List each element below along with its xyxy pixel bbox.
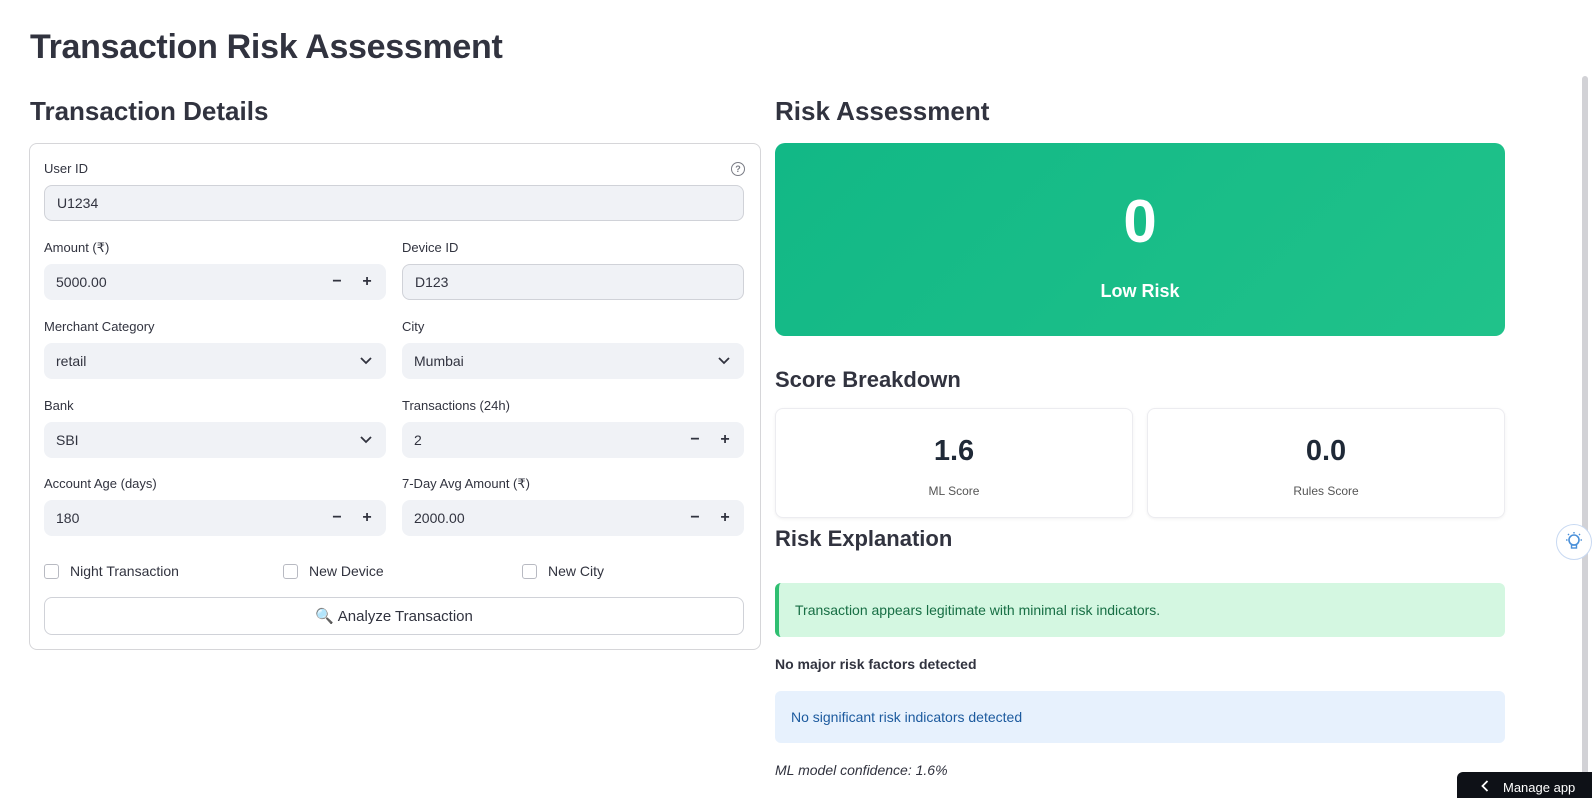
risk-score-card: 0 Low Risk (775, 143, 1505, 336)
rules-score-card: 0.0 Rules Score (1147, 408, 1505, 518)
chevron-down-icon (346, 343, 386, 379)
risk-assessment-title: Risk Assessment (775, 96, 990, 126)
new-city-checkbox[interactable]: New City (522, 563, 604, 579)
bank-select[interactable]: SBI (44, 422, 386, 458)
analyze-button-label: Analyze Transaction (337, 607, 473, 625)
device-id-input[interactable]: D123 (402, 264, 744, 300)
ml-score-card: 1.6 ML Score (775, 408, 1133, 518)
ml-score-value: 1.6 (933, 435, 975, 467)
avg-amount-value: 2000.00 (414, 510, 465, 526)
merchant-category-label: Merchant Category (44, 319, 155, 334)
account-age-decrement-button[interactable]: − (322, 500, 352, 536)
rules-score-label: Rules Score (1293, 484, 1359, 498)
account-age-increment-button[interactable]: + (352, 500, 382, 536)
amount-input[interactable]: 5000.00 − + (44, 264, 386, 300)
amount-value: 5000.00 (56, 274, 107, 290)
transactions-decrement-button[interactable]: − (680, 422, 710, 458)
user-id-input[interactable]: U1234 (44, 185, 744, 221)
analyze-transaction-button[interactable]: 🔍 Analyze Transaction (44, 597, 744, 635)
manage-app-button[interactable]: Manage app (1457, 772, 1592, 798)
amount-increment-button[interactable]: + (352, 264, 382, 300)
night-transaction-label: Night Transaction (70, 563, 179, 579)
transactions-24h-input[interactable]: 2 − + (402, 422, 744, 458)
page-title: Transaction Risk Assessment (30, 28, 503, 66)
success-alert: Transaction appears legitimate with mini… (775, 583, 1505, 637)
avg-amount-input[interactable]: 2000.00 − + (402, 500, 744, 536)
rules-score-value: 0.0 (1305, 435, 1347, 467)
risk-explanation-title: Risk Explanation (775, 526, 953, 551)
success-message: Transaction appears legitimate with mini… (795, 602, 1161, 618)
ml-score-label: ML Score (928, 484, 980, 498)
info-message: No significant risk indicators detected (791, 709, 1023, 725)
transaction-details-title: Transaction Details (30, 96, 269, 126)
user-id-value: U1234 (57, 195, 99, 211)
info-alert: No significant risk indicators detected (775, 691, 1505, 743)
checkbox-box[interactable] (283, 563, 298, 579)
transactions-24h-label: Transactions (24h) (402, 398, 510, 413)
manage-app-label: Manage app (1503, 779, 1576, 795)
checkbox-box[interactable] (522, 563, 537, 579)
new-device-label: New Device (309, 563, 384, 579)
amount-decrement-button[interactable]: − (322, 264, 352, 300)
chevron-left-icon (1481, 779, 1489, 795)
city-value: Mumbai (414, 353, 464, 369)
device-id-label: Device ID (402, 240, 459, 255)
new-city-label: New City (548, 563, 605, 579)
avg-amount-increment-button[interactable]: + (710, 500, 740, 536)
risk-level-label: Low Risk (1100, 281, 1180, 301)
lightbulb-icon[interactable] (1556, 524, 1592, 560)
chevron-down-icon (704, 343, 744, 379)
account-age-input[interactable]: 180 − + (44, 500, 386, 536)
city-select[interactable]: Mumbai (402, 343, 744, 379)
bank-label: Bank (44, 398, 74, 413)
magnifier-icon: 🔍 (315, 608, 334, 625)
device-id-value: D123 (415, 274, 449, 290)
question-circle-icon[interactable]: ? (731, 162, 745, 176)
risk-factors-text: No major risk factors detected (775, 656, 977, 672)
amount-label: Amount (₹) (44, 240, 110, 255)
avg-amount-label: 7-Day Avg Amount (₹) (402, 476, 530, 491)
ml-confidence-text: ML model confidence: 1.6% (775, 762, 948, 778)
score-breakdown-title: Score Breakdown (775, 367, 961, 392)
risk-score-value: 0 (1123, 188, 1157, 255)
transactions-increment-button[interactable]: + (710, 422, 740, 458)
new-device-checkbox[interactable]: New Device (283, 563, 384, 579)
merchant-category-value: retail (56, 353, 87, 369)
city-label: City (402, 319, 425, 334)
transactions-24h-value: 2 (414, 432, 422, 448)
checkbox-box[interactable] (44, 563, 59, 579)
account-age-label: Account Age (days) (44, 476, 157, 491)
merchant-category-select[interactable]: retail (44, 343, 386, 379)
bank-value: SBI (56, 432, 79, 448)
avg-amount-decrement-button[interactable]: − (680, 500, 710, 536)
chevron-down-icon (346, 422, 386, 458)
account-age-value: 180 (56, 510, 80, 526)
page-scrollbar[interactable] (1582, 76, 1588, 798)
user-id-label: User ID (44, 161, 89, 176)
night-transaction-checkbox[interactable]: Night Transaction (44, 563, 179, 579)
